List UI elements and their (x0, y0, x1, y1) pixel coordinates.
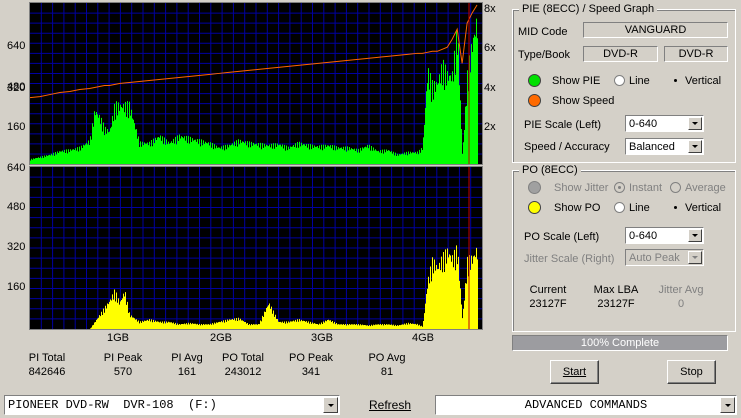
start-label: Start (562, 366, 587, 378)
stat-value: 570 (113, 366, 133, 378)
max-lba-value: 23127F (597, 298, 635, 310)
xtick-2gb: 2GB (210, 332, 233, 344)
jitter-color-swatch (528, 181, 541, 194)
pie-chart (30, 3, 482, 164)
stop-label: Stop (680, 366, 703, 378)
stat-pi-peak: PI Peak 570 (88, 351, 158, 379)
po-vertical-radio[interactable] (670, 202, 681, 213)
current-value: 23127F (529, 298, 567, 310)
drive-value: PIONEER DVD-RW DVR-108 (F:) (8, 398, 217, 412)
mid-code-value: VANGUARD (583, 22, 728, 38)
pie-plot (29, 2, 483, 165)
stat-value: 341 (301, 366, 321, 378)
pie-group-title: PIE (8ECC) / Speed Graph (519, 3, 658, 15)
pie-line-label[interactable]: Line (629, 75, 650, 87)
show-po-label[interactable]: Show PO (554, 202, 600, 214)
stat-label: PO Avg (368, 352, 406, 364)
commands-select[interactable]: ADVANCED COMMANDS (435, 395, 737, 415)
speed-ytick-8x: 8x (484, 3, 496, 15)
po-ytick-640: 640 (7, 162, 26, 174)
pie-vertical-label[interactable]: Vertical (685, 75, 721, 87)
pie-vertical-radio[interactable] (670, 75, 681, 86)
progress-text: 100% Complete (580, 337, 660, 349)
po-ytick-320: 320 (7, 241, 26, 253)
mid-code-label: MID Code (518, 26, 568, 38)
jitter-scale-select: Auto Peak (625, 249, 704, 266)
po-chart (30, 167, 482, 329)
jitter-avg-value: 0 (677, 298, 685, 310)
pie-scale-select[interactable]: 0-640 (625, 115, 704, 132)
po-color-swatch[interactable] (528, 201, 541, 214)
stat-po-avg: PO Avg 81 (352, 351, 422, 379)
po-line-radio[interactable] (614, 202, 625, 213)
pie-scale-value: 0-640 (629, 118, 658, 130)
stat-value: 81 (380, 366, 394, 378)
current-lba: Current 23127F (520, 283, 576, 311)
jitter-average-radio (670, 182, 681, 193)
jitter-average-label: Average (685, 182, 726, 194)
show-jitter-label: Show Jitter (554, 182, 609, 194)
book-type-value: DVD-R (664, 46, 728, 62)
pie-color-swatch[interactable] (528, 74, 541, 87)
po-vertical-label[interactable]: Vertical (685, 202, 721, 214)
stat-label: PI Peak (103, 352, 143, 364)
po-scale-select[interactable]: 0-640 (625, 227, 704, 244)
stat-value: 243012 (224, 366, 262, 378)
pie-ytick-160: 160 (7, 121, 26, 133)
speed-ytick-4x: 4x (484, 82, 496, 94)
jitter-scale-value: Auto Peak (629, 252, 680, 264)
po-ytick-480: 480 (7, 201, 26, 213)
stat-label: PO Peak (288, 352, 334, 364)
stop-button[interactable]: Stop (667, 360, 716, 384)
po-scale-label: PO Scale (Left) (524, 231, 600, 243)
stat-pi-total: PI Total 842646 (12, 351, 82, 379)
show-pie-label[interactable]: Show PIE (552, 75, 600, 87)
po-line-label[interactable]: Line (629, 202, 650, 214)
stat-value: 842646 (28, 366, 66, 378)
chevron-down-icon[interactable] (688, 229, 702, 242)
xtick-1gb: 1GB (107, 332, 130, 344)
speed-accuracy-value: Balanced (629, 141, 675, 153)
chevron-down-icon[interactable] (688, 140, 702, 153)
po-plot (29, 166, 483, 330)
pie-scale-label: PIE Scale (Left) (524, 119, 602, 131)
jitter-avg: Jitter Avg 0 (653, 283, 709, 311)
max-lba-label: Max LBA (593, 284, 639, 296)
xtick-4gb: 4GB (412, 332, 435, 344)
stat-po-total: PO Total 243012 (208, 351, 278, 379)
speed-ytick-2x: 2x (484, 121, 496, 133)
po-ytick-160: 160 (7, 281, 26, 293)
disc-type-value: DVD-R (583, 46, 658, 62)
current-label: Current (529, 284, 567, 296)
progress-bar: 100% Complete (512, 335, 728, 351)
speed-ytick-6x: 6x (484, 42, 496, 54)
max-lba: Max LBA 23127F (588, 283, 644, 311)
show-speed-label[interactable]: Show Speed (552, 95, 614, 107)
jitter-avg-label: Jitter Avg (658, 284, 704, 296)
drive-select[interactable]: PIONEER DVD-RW DVR-108 (F:) (4, 395, 340, 415)
speed-accuracy-select[interactable]: Balanced (625, 138, 704, 155)
po-scale-value: 0-640 (629, 230, 658, 242)
stat-label: PI Total (28, 352, 66, 364)
pie-line-radio[interactable] (614, 75, 625, 86)
stat-po-peak: PO Peak 341 (276, 351, 346, 379)
stat-label: PO Total (222, 352, 264, 364)
pie-ytick-640: 640 (7, 40, 26, 52)
speed-color-swatch[interactable] (528, 94, 541, 107)
refresh-link[interactable]: Refresh (369, 398, 411, 412)
pie-ytick-320: 320 (7, 82, 26, 94)
chevron-down-icon[interactable] (720, 397, 735, 413)
speed-accuracy-label: Speed / Accuracy (524, 141, 610, 153)
chevron-down-icon (688, 251, 702, 264)
start-button[interactable]: Start (550, 360, 599, 384)
commands-value: ADVANCED COMMANDS (524, 398, 648, 412)
po-group-title: PO (8ECC) (519, 164, 581, 176)
type-book-label: Type/Book (518, 49, 570, 61)
xtick-3gb: 3GB (311, 332, 334, 344)
jitter-instant-label: Instant (629, 182, 663, 194)
chevron-down-icon[interactable] (688, 117, 702, 130)
jitter-instant-radio (614, 182, 625, 193)
jitter-scale-label: Jitter Scale (Right) (524, 253, 615, 265)
chevron-down-icon[interactable] (323, 397, 338, 413)
